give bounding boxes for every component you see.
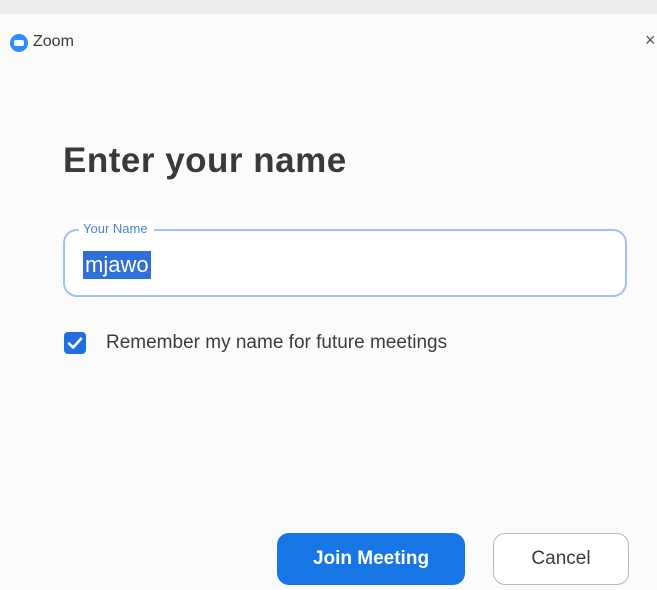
- your-name-label: Your Name: [79, 221, 154, 237]
- remember-name-checkbox[interactable]: [64, 332, 86, 354]
- window-top-edge: [0, 0, 657, 14]
- dialog-heading: Enter your name: [63, 141, 347, 180]
- remember-name-label[interactable]: Remember my name for future meetings: [106, 332, 447, 354]
- your-name-input[interactable]: Your Name mjawo: [63, 221, 627, 297]
- window-title: Zoom: [33, 33, 74, 50]
- join-meeting-button[interactable]: Join Meeting: [277, 533, 465, 585]
- title-bar: Zoom ×: [0, 14, 657, 74]
- your-name-value[interactable]: mjawo: [83, 251, 151, 279]
- close-icon[interactable]: ×: [645, 31, 656, 49]
- zoom-logo-icon: [10, 34, 28, 52]
- cancel-button[interactable]: Cancel: [493, 533, 629, 585]
- checkmark-icon: [67, 337, 83, 349]
- screen: Zoom × Enter your name Your Name mjawo R…: [0, 0, 657, 590]
- enter-name-dialog: Zoom × Enter your name Your Name mjawo R…: [0, 14, 657, 590]
